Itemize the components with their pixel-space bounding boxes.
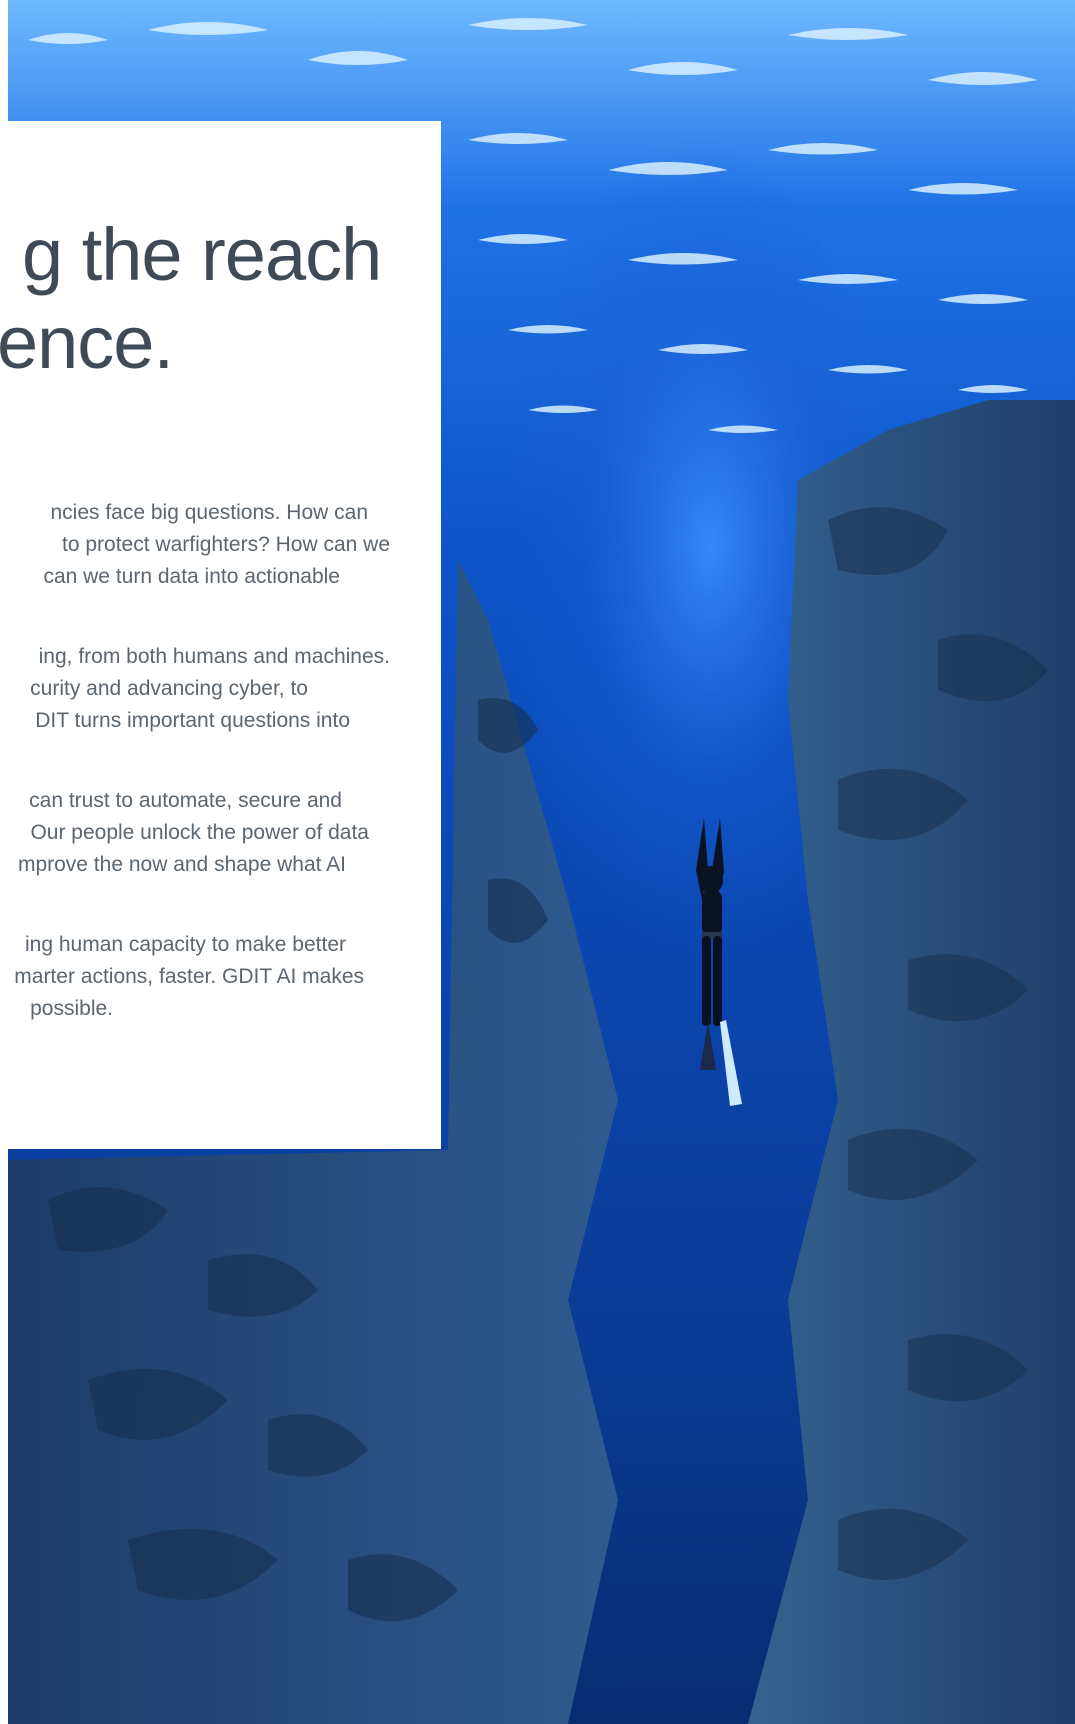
content-card: g the reach ence. ncies face big questio… <box>0 121 441 1149</box>
headline-line-1: g the reach <box>22 213 382 296</box>
section-headline: g the reach ence. <box>0 211 441 387</box>
body-copy: ncies face big questions. How can to pro… <box>0 497 390 1073</box>
paragraph-line: can trust to automate, secure and <box>29 789 342 812</box>
page: g the reach ence. ncies face big questio… <box>0 0 1075 1724</box>
paragraph-1: ncies face big questions. How can to pro… <box>0 497 390 593</box>
paragraph-line: curity and advancing cyber, to <box>30 677 308 700</box>
paragraph-3: can trust to automate, secure and Our pe… <box>0 785 390 881</box>
paragraph-line: can we turn data into actionable <box>43 565 340 588</box>
paragraph-line: Our people unlock the power of data <box>30 821 369 844</box>
paragraph-line: DIT turns important questions into <box>35 709 350 732</box>
paragraph-line: mprove the now and shape what AI <box>17 853 346 876</box>
paragraph-line: marter actions, faster. GDIT AI makes <box>14 965 364 988</box>
paragraph-line: ing human capacity to make better <box>24 933 346 956</box>
paragraph-line: possible. <box>30 997 113 1020</box>
paragraph-2: ing, from both humans and machines. curi… <box>0 641 390 737</box>
headline-line-2: ence. <box>0 301 174 384</box>
paragraph-line: ncies face big questions. How can <box>50 501 368 524</box>
paragraph-4: ing human capacity to make better marter… <box>0 929 390 1025</box>
paragraph-line: ing, from both humans and machines. <box>38 645 390 668</box>
paragraph-line: to protect warfighters? How can we <box>62 533 390 556</box>
